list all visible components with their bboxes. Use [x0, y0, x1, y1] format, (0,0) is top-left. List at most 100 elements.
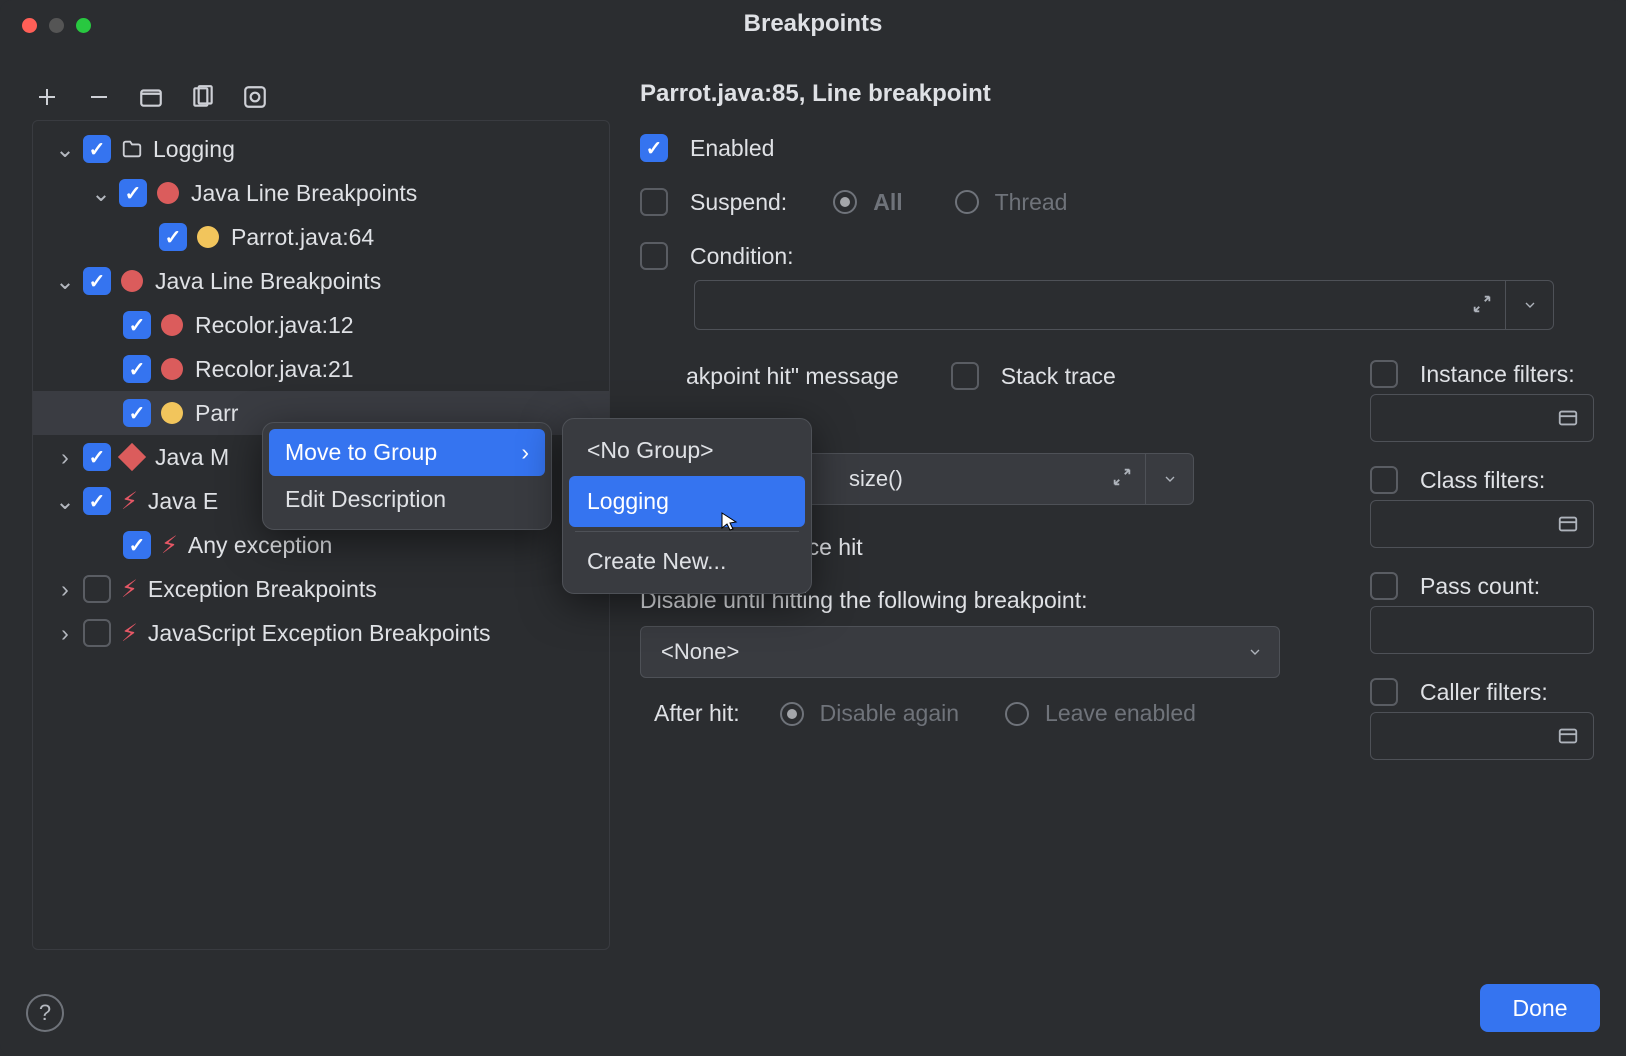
instance-filters-checkbox[interactable]: [1370, 360, 1398, 388]
checkbox[interactable]: [119, 179, 147, 207]
group-submenu[interactable]: <No Group> Logging Create New...: [562, 418, 812, 594]
folder-icon: [121, 138, 143, 160]
chevron-down-icon[interactable]: ⌄: [51, 268, 79, 295]
submenu-arrow-icon: ›: [521, 439, 529, 466]
checkbox[interactable]: [123, 531, 151, 559]
tree-group-java-line-bp-1[interactable]: ⌄ Java Line Breakpoints: [33, 171, 609, 215]
tree-group-java-line-bp-2[interactable]: ⌄ Java Line Breakpoints: [33, 259, 609, 303]
menu-label: Edit Description: [285, 486, 446, 513]
condition-row: Condition:: [640, 242, 1600, 270]
checkbox[interactable]: [83, 135, 111, 163]
group-by-package-button[interactable]: [134, 80, 168, 114]
exception-icon: ⚡︎: [121, 575, 138, 604]
caller-filters-input[interactable]: [1370, 712, 1594, 760]
breakpoints-tree[interactable]: ⌄ Logging ⌄ Java Line Breakpoints Parrot…: [32, 120, 610, 950]
tree-item-parrot-64[interactable]: Parrot.java:64: [33, 215, 609, 259]
checkbox[interactable]: [83, 575, 111, 603]
menu-item-logging-group[interactable]: Logging: [569, 476, 805, 527]
dropdown-button[interactable]: [1145, 454, 1193, 504]
tree-item-recolor-12[interactable]: Recolor.java:12: [33, 303, 609, 347]
tree-group-js-exception-bp[interactable]: › ⚡︎ JavaScript Exception Breakpoints: [33, 611, 609, 655]
minus-icon: [87, 85, 111, 109]
dropdown-button[interactable]: [1231, 627, 1279, 677]
enabled-checkbox[interactable]: [640, 134, 668, 162]
class-filters-row[interactable]: Class filters:: [1370, 466, 1600, 494]
suspend-checkbox[interactable]: [640, 188, 668, 216]
minimize-window-button[interactable]: [49, 18, 64, 33]
suspend-all-radio[interactable]: [833, 190, 857, 214]
zoom-window-button[interactable]: [76, 18, 91, 33]
context-menu[interactable]: Move to Group › Edit Description: [262, 422, 552, 530]
help-button[interactable]: ?: [26, 994, 64, 1032]
after-hit-label: After hit:: [654, 700, 740, 727]
dropdown-button[interactable]: [1505, 281, 1553, 329]
condition-checkbox[interactable]: [640, 242, 668, 270]
group-by-file-button[interactable]: [186, 80, 220, 114]
stack-trace-label: Stack trace: [1001, 363, 1116, 390]
menu-label: Move to Group: [285, 439, 437, 466]
tree-item-recolor-21[interactable]: Recolor.java:21: [33, 347, 609, 391]
files-icon: [190, 84, 216, 110]
disable-until-select[interactable]: <None>: [640, 626, 1280, 678]
checkbox[interactable]: [123, 311, 151, 339]
pass-count-checkbox[interactable]: [1370, 572, 1398, 600]
expand-icon[interactable]: [1471, 293, 1493, 315]
caller-filters-row[interactable]: Caller filters:: [1370, 678, 1600, 706]
remove-breakpoint-button[interactable]: [82, 80, 116, 114]
checkbox[interactable]: [159, 223, 187, 251]
checkbox[interactable]: [83, 443, 111, 471]
breakpoint-icon: [161, 314, 183, 336]
enabled-label: Enabled: [690, 135, 774, 162]
tree-label: Exception Breakpoints: [148, 576, 377, 603]
condition-label: Condition:: [690, 243, 794, 270]
suspend-row: Suspend: All Thread: [640, 188, 1600, 216]
chevron-down-icon[interactable]: ⌄: [51, 488, 79, 515]
checkbox[interactable]: [83, 619, 111, 647]
plus-icon: [35, 85, 59, 109]
class-filters-input[interactable]: [1370, 500, 1594, 548]
add-breakpoint-button[interactable]: [30, 80, 64, 114]
class-filters-checkbox[interactable]: [1370, 466, 1398, 494]
suspend-thread-radio[interactable]: [955, 190, 979, 214]
menu-item-create-new-group[interactable]: Create New...: [569, 536, 805, 587]
close-window-button[interactable]: [22, 18, 37, 33]
exception-icon: ⚡︎: [121, 487, 138, 516]
disable-again-radio[interactable]: [780, 702, 804, 726]
expand-icon[interactable]: [1111, 466, 1133, 488]
list-icon[interactable]: [1557, 407, 1579, 429]
caller-filters-checkbox[interactable]: [1370, 678, 1398, 706]
pass-count-row[interactable]: Pass count:: [1370, 572, 1600, 600]
list-icon[interactable]: [1557, 513, 1579, 535]
log-message-label: akpoint hit" message: [686, 363, 899, 390]
stack-trace-checkbox[interactable]: [951, 362, 979, 390]
menu-item-edit-description[interactable]: Edit Description: [269, 476, 545, 523]
breakpoint-icon: [121, 270, 143, 292]
breakpoints-dialog: Breakpoints ⌄ Logging ⌄: [0, 0, 1626, 1056]
exception-icon: ⚡︎: [161, 531, 178, 560]
menu-item-no-group[interactable]: <No Group>: [569, 425, 805, 476]
tree-group-exception-bp[interactable]: › ⚡︎ Exception Breakpoints: [33, 567, 609, 611]
chevron-right-icon[interactable]: ›: [51, 576, 79, 603]
leave-enabled-radio[interactable]: [1005, 702, 1029, 726]
list-icon[interactable]: [1557, 725, 1579, 747]
pass-count-input[interactable]: [1370, 606, 1594, 654]
condition-input[interactable]: [694, 280, 1554, 330]
tree-label: Parr: [195, 400, 238, 427]
checkbox[interactable]: [83, 487, 111, 515]
enabled-row[interactable]: Enabled: [640, 134, 1600, 162]
checkbox[interactable]: [83, 267, 111, 295]
checkbox[interactable]: [123, 399, 151, 427]
instance-filters-row[interactable]: Instance filters:: [1370, 360, 1600, 388]
view-options-button[interactable]: [238, 80, 272, 114]
instance-filters-input[interactable]: [1370, 394, 1594, 442]
titlebar: Breakpoints: [0, 0, 1626, 48]
instance-filters-label: Instance filters:: [1420, 361, 1575, 388]
chevron-down-icon[interactable]: ⌄: [87, 180, 115, 207]
chevron-right-icon[interactable]: ›: [51, 444, 79, 471]
chevron-down-icon[interactable]: ⌄: [51, 136, 79, 163]
tree-group-logging[interactable]: ⌄ Logging: [33, 127, 609, 171]
checkbox[interactable]: [123, 355, 151, 383]
done-button[interactable]: Done: [1480, 984, 1600, 1032]
menu-item-move-to-group[interactable]: Move to Group ›: [269, 429, 545, 476]
chevron-right-icon[interactable]: ›: [51, 620, 79, 647]
